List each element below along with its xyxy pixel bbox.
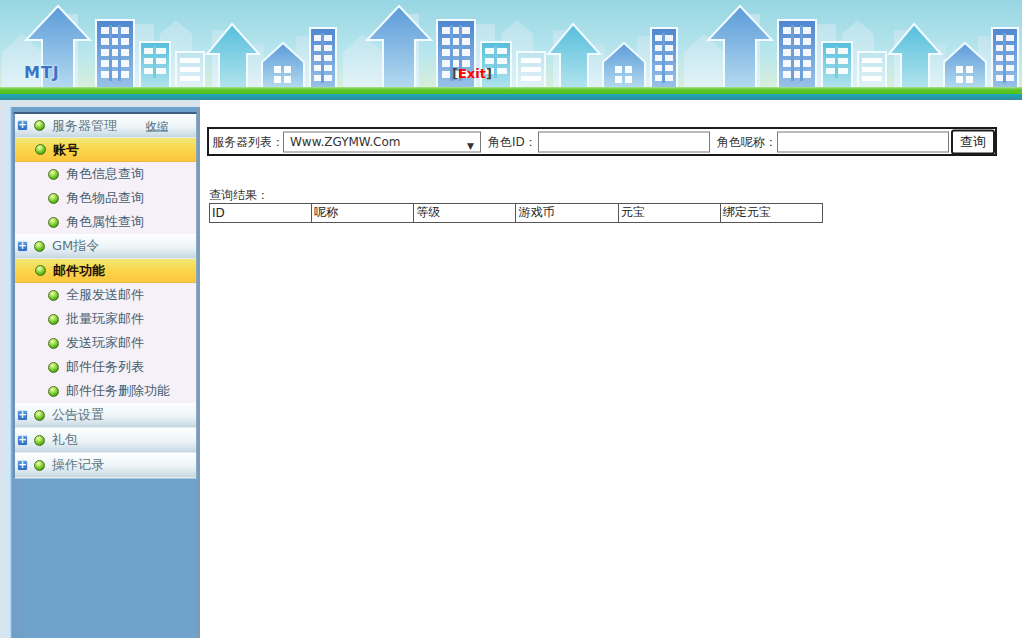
status-orb-icon: [48, 362, 59, 373]
status-orb-icon: [34, 435, 45, 446]
status-orb-icon: [34, 241, 45, 252]
sidebar-item-label: 角色物品查询: [66, 189, 144, 207]
status-orb-icon: [48, 169, 59, 180]
status-orb-icon: [48, 193, 59, 204]
query-form: 服务器列表： Www.ZGYMW.Com ▼ 角色ID： 角色呢称： 查询: [207, 127, 997, 156]
results-header-row: ID呢称等级游戏币元宝绑定元宝: [210, 204, 823, 223]
city-skyline-banner: MTJ [Exit]: [0, 0, 1022, 100]
server-list-label: 服务器列表：: [212, 133, 284, 150]
status-orb-icon: [48, 338, 59, 349]
results-column-header: 元宝: [618, 204, 720, 223]
sidebar-item-label: 角色信息查询: [66, 165, 144, 183]
search-button[interactable]: 查询: [951, 129, 995, 154]
sidebar-item-mail-batch-players[interactable]: 批量玩家邮件: [15, 307, 196, 331]
sidebar-item-mail-send-all[interactable]: 全服发送邮件: [15, 283, 196, 307]
status-orb-icon: [48, 217, 59, 228]
status-orb-icon: [48, 386, 59, 397]
sidebar-item-label: 邮件任务删除功能: [66, 382, 170, 400]
site-logo: MTJ: [24, 63, 60, 82]
sidebar-item-mail-task-list[interactable]: 邮件任务列表: [15, 355, 196, 379]
exit-bracket-right: ]: [486, 66, 492, 81]
sidebar-item-label: 邮件功能: [53, 262, 105, 280]
sidebar-item-label: 礼包: [52, 431, 78, 449]
status-orb-icon: [48, 290, 59, 301]
role-id-label: 角色ID：: [488, 133, 537, 150]
status-orb-icon: [35, 144, 46, 155]
results-table: ID呢称等级游戏币元宝绑定元宝: [209, 203, 823, 223]
expand-plus-icon[interactable]: +: [17, 241, 28, 252]
sidebar-item-label: 服务器管理: [52, 117, 117, 135]
expand-plus-icon[interactable]: +: [17, 410, 28, 421]
expand-plus-icon[interactable]: +: [17, 120, 28, 131]
status-orb-icon: [34, 460, 45, 471]
results-column-header: ID: [210, 204, 312, 223]
exit-link[interactable]: [Exit]: [452, 66, 492, 81]
role-name-input[interactable]: [777, 131, 949, 152]
main-content: 服务器列表： Www.ZGYMW.Com ▼ 角色ID： 角色呢称： 查询 查询…: [200, 100, 1022, 638]
status-orb-icon: [48, 314, 59, 325]
sidebar-item-role-item-query[interactable]: 角色物品查询: [15, 186, 196, 210]
results-label: 查询结果：: [209, 187, 269, 204]
sidebar-item-role-info-query[interactable]: 角色信息查询: [15, 162, 196, 186]
sidebar-item-label: 公告设置: [52, 406, 104, 424]
status-orb-icon: [34, 410, 45, 421]
sidebar-item-label: 操作记录: [52, 456, 104, 474]
results-column-header: 呢称: [312, 204, 414, 223]
expand-plus-icon[interactable]: +: [17, 435, 28, 446]
select-arrow-icon: ▼: [467, 136, 474, 155]
sidebar-item-label: 全服发送邮件: [66, 286, 144, 304]
sidebar-menu: + 服务器管理 收缩账号角色信息查询角色物品查询角色属性查询 + GM指令邮件功能全服发…: [13, 112, 197, 479]
sidebar-item-label: 邮件任务列表: [66, 358, 144, 376]
sidebar-item-gift-package[interactable]: + 礼包: [15, 428, 196, 453]
role-name-label: 角色呢称：: [717, 133, 777, 150]
sidebar-item-operation-log[interactable]: + 操作记录: [15, 453, 196, 478]
status-orb-icon: [34, 120, 45, 131]
sidebar-item-role-attr-query[interactable]: 角色属性查询: [15, 210, 196, 234]
server-select[interactable]: Www.ZGYMW.Com ▼: [283, 131, 481, 152]
sidebar-item-gm-command[interactable]: + GM指令: [15, 234, 196, 259]
sidebar-item-mail-function[interactable]: 邮件功能: [15, 259, 196, 283]
collapse-link[interactable]: 收缩: [146, 118, 168, 133]
sidebar-item-label: 账号: [53, 141, 79, 159]
results-column-header: 等级: [414, 204, 516, 223]
server-select-value: Www.ZGYMW.Com: [290, 134, 401, 148]
exit-label: Exit: [458, 66, 486, 81]
sidebar-item-announcement-settings[interactable]: + 公告设置: [15, 403, 196, 428]
sidebar-item-label: 批量玩家邮件: [66, 310, 144, 328]
results-column-header: 绑定元宝: [720, 204, 822, 223]
sidebar: + 服务器管理 收缩账号角色信息查询角色物品查询角色属性查询 + GM指令邮件功能全服发…: [0, 100, 200, 638]
sidebar-item-mail-send-player[interactable]: 发送玩家邮件: [15, 331, 196, 355]
results-column-header: 游戏币: [516, 204, 618, 223]
sidebar-item-server-management[interactable]: + 服务器管理 收缩: [15, 114, 196, 138]
sidebar-item-label: 发送玩家邮件: [66, 334, 144, 352]
role-id-input[interactable]: [538, 131, 710, 152]
sidebar-item-label: GM指令: [52, 237, 99, 255]
sidebar-item-mail-task-delete[interactable]: 邮件任务删除功能: [15, 379, 196, 403]
status-orb-icon: [35, 265, 46, 276]
sidebar-item-label: 角色属性查询: [66, 213, 144, 231]
sidebar-item-account[interactable]: 账号: [15, 138, 196, 162]
expand-plus-icon[interactable]: +: [17, 460, 28, 471]
